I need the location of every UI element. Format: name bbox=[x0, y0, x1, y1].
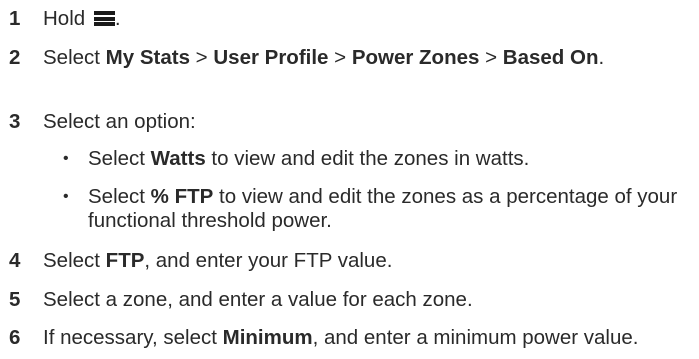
step-text-part: Hold bbox=[43, 7, 86, 30]
menu-icon bbox=[93, 11, 115, 26]
path-separator: > bbox=[479, 46, 503, 69]
step-text-part: . bbox=[598, 46, 605, 69]
step-text-part: If necessary, select bbox=[43, 326, 223, 349]
step-text: Select My Stats > User Profile > Power Z… bbox=[43, 46, 687, 70]
menu-path-my-stats: My Stats bbox=[105, 46, 190, 69]
menu-path-user-profile: User Profile bbox=[213, 46, 329, 69]
option-label-ftp-percent: % FTP bbox=[150, 185, 214, 208]
option-text-part: Select bbox=[88, 147, 151, 170]
option-text: Select Watts to view and edit the zones … bbox=[88, 147, 687, 171]
option-label-ftp: FTP bbox=[105, 249, 145, 272]
option-text: Select % FTP to view and edit the zones … bbox=[88, 185, 687, 233]
step-number: 2 bbox=[9, 46, 21, 69]
path-separator: > bbox=[189, 46, 214, 69]
step-text: If necessary, select Minimum, and enter … bbox=[43, 326, 687, 350]
menu-path-based-on: Based On bbox=[502, 46, 599, 69]
bullet-marker: • bbox=[63, 150, 69, 167]
step-number: 1 bbox=[9, 7, 21, 30]
step-number: 5 bbox=[9, 288, 21, 311]
step-number: 4 bbox=[9, 249, 21, 272]
option-label-watts: Watts bbox=[150, 147, 206, 170]
bullet-marker: • bbox=[63, 188, 69, 205]
step-text-part: , and enter your FTP value. bbox=[144, 249, 393, 272]
option-text-part: to view and edit the zones in watts. bbox=[205, 147, 530, 170]
step-text: Select an option: bbox=[43, 110, 196, 133]
option-label-minimum: Minimum bbox=[222, 326, 313, 349]
step-text-part: Select bbox=[43, 46, 106, 69]
step-text: Select FTP, and enter your FTP value. bbox=[43, 249, 687, 273]
step-number: 3 bbox=[9, 110, 21, 133]
step-text: Hold . bbox=[43, 7, 687, 31]
option-text-part: Select bbox=[88, 185, 151, 208]
step-number: 6 bbox=[9, 326, 21, 349]
step-text-part: , and enter a minimum power value. bbox=[312, 326, 639, 349]
path-separator: > bbox=[328, 46, 352, 69]
step-text: Select a zone, and enter a value for eac… bbox=[43, 288, 473, 311]
step-text-part: Select bbox=[43, 249, 106, 272]
step-text-part: . bbox=[114, 7, 121, 30]
menu-path-power-zones: Power Zones bbox=[351, 46, 480, 69]
